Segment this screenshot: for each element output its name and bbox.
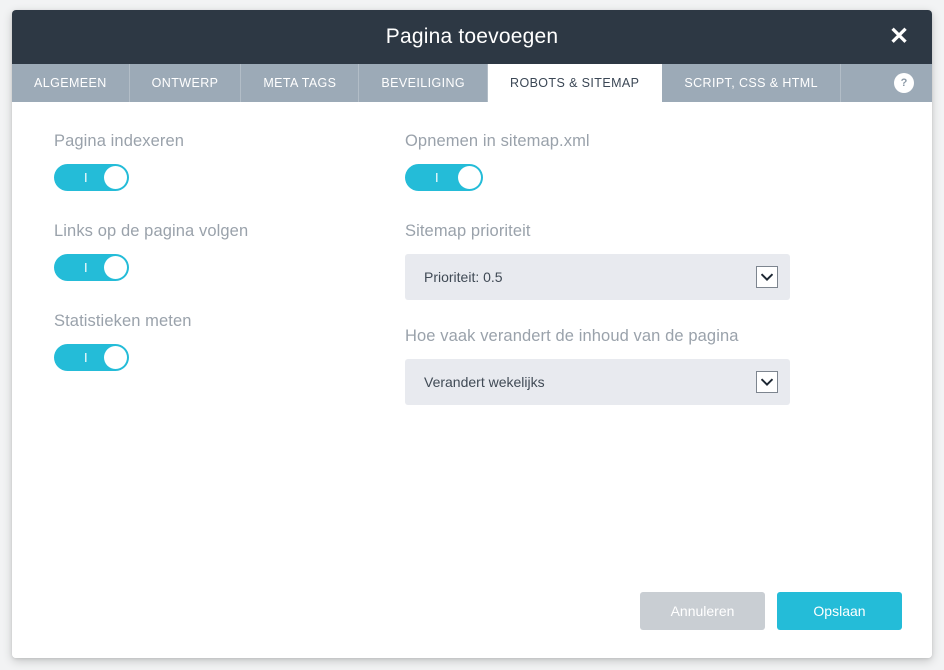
select-changefreq-value: Verandert wekelijks bbox=[424, 374, 545, 390]
tab-robots-sitemap[interactable]: ROBOTS & SITEMAP bbox=[488, 64, 663, 102]
label-sitemap-prioriteit: Sitemap prioriteit bbox=[405, 222, 531, 240]
dialog-titlebar: Pagina toevoegen ✕ bbox=[12, 10, 932, 64]
toggle-on-mark: I bbox=[84, 170, 88, 185]
tab-ontwerp[interactable]: ONTWERP bbox=[129, 64, 242, 102]
tab-beveiliging[interactable]: BEVEILIGING bbox=[359, 64, 489, 102]
label-opnemen-in-sitemap: Opnemen in sitemap.xml bbox=[405, 132, 590, 150]
close-icon[interactable]: ✕ bbox=[884, 22, 914, 52]
toggle-knob bbox=[104, 166, 127, 189]
select-sitemap-prioriteit[interactable]: Prioriteit: 0.5 bbox=[405, 254, 790, 300]
label-links-volgen: Links op de pagina volgen bbox=[54, 222, 249, 240]
toggle-knob bbox=[458, 166, 481, 189]
toggle-on-mark: I bbox=[435, 170, 439, 185]
dialog-footer: Annuleren Opslaan bbox=[640, 592, 902, 630]
save-button[interactable]: Opslaan bbox=[777, 592, 902, 630]
chevron-down-icon[interactable] bbox=[756, 266, 778, 288]
tab-meta-tags[interactable]: META TAGS bbox=[241, 64, 360, 102]
dialog-content: Pagina indexeren I Links op de pagina vo… bbox=[12, 102, 932, 658]
toggle-knob bbox=[104, 256, 127, 279]
toggle-statistieken-meten[interactable]: I bbox=[54, 344, 129, 371]
label-changefreq: Hoe vaak verandert de inhoud van de pagi… bbox=[405, 327, 739, 345]
add-page-dialog: Pagina toevoegen ✕ ALGEMEEN ONTWERP META… bbox=[12, 10, 932, 658]
field-sitemap-prioriteit: Sitemap prioriteit Prioriteit: 0.5 bbox=[405, 222, 790, 300]
toggle-links-volgen[interactable]: I bbox=[54, 254, 129, 281]
field-links-volgen: Links op de pagina volgen I bbox=[54, 222, 248, 286]
chevron-down-icon[interactable] bbox=[756, 371, 778, 393]
field-statistieken-meten: Statistieken meten I bbox=[54, 312, 192, 376]
field-opnemen-in-sitemap: Opnemen in sitemap.xml I bbox=[405, 132, 590, 196]
toggle-on-mark: I bbox=[84, 260, 88, 275]
tab-bar: ALGEMEEN ONTWERP META TAGS BEVEILIGING R… bbox=[12, 64, 932, 102]
help-icon[interactable]: ? bbox=[894, 73, 914, 93]
field-pagina-indexeren: Pagina indexeren I bbox=[54, 132, 184, 196]
label-statistieken-meten: Statistieken meten bbox=[54, 312, 192, 330]
toggle-knob bbox=[104, 346, 127, 369]
tab-bar-filler bbox=[840, 64, 932, 102]
cancel-button[interactable]: Annuleren bbox=[640, 592, 765, 630]
field-changefreq: Hoe vaak verandert de inhoud van de pagi… bbox=[405, 327, 790, 405]
dialog-title: Pagina toevoegen bbox=[385, 25, 559, 48]
toggle-pagina-indexeren[interactable]: I bbox=[54, 164, 129, 191]
toggle-opnemen-in-sitemap[interactable]: I bbox=[405, 164, 483, 191]
select-changefreq[interactable]: Verandert wekelijks bbox=[405, 359, 790, 405]
toggle-on-mark: I bbox=[84, 350, 88, 365]
select-sitemap-prioriteit-value: Prioriteit: 0.5 bbox=[424, 269, 503, 285]
tab-algemeen[interactable]: ALGEMEEN bbox=[12, 64, 130, 102]
label-pagina-indexeren: Pagina indexeren bbox=[54, 132, 185, 150]
tab-script-css-html[interactable]: SCRIPT, CSS & HTML bbox=[662, 64, 841, 102]
